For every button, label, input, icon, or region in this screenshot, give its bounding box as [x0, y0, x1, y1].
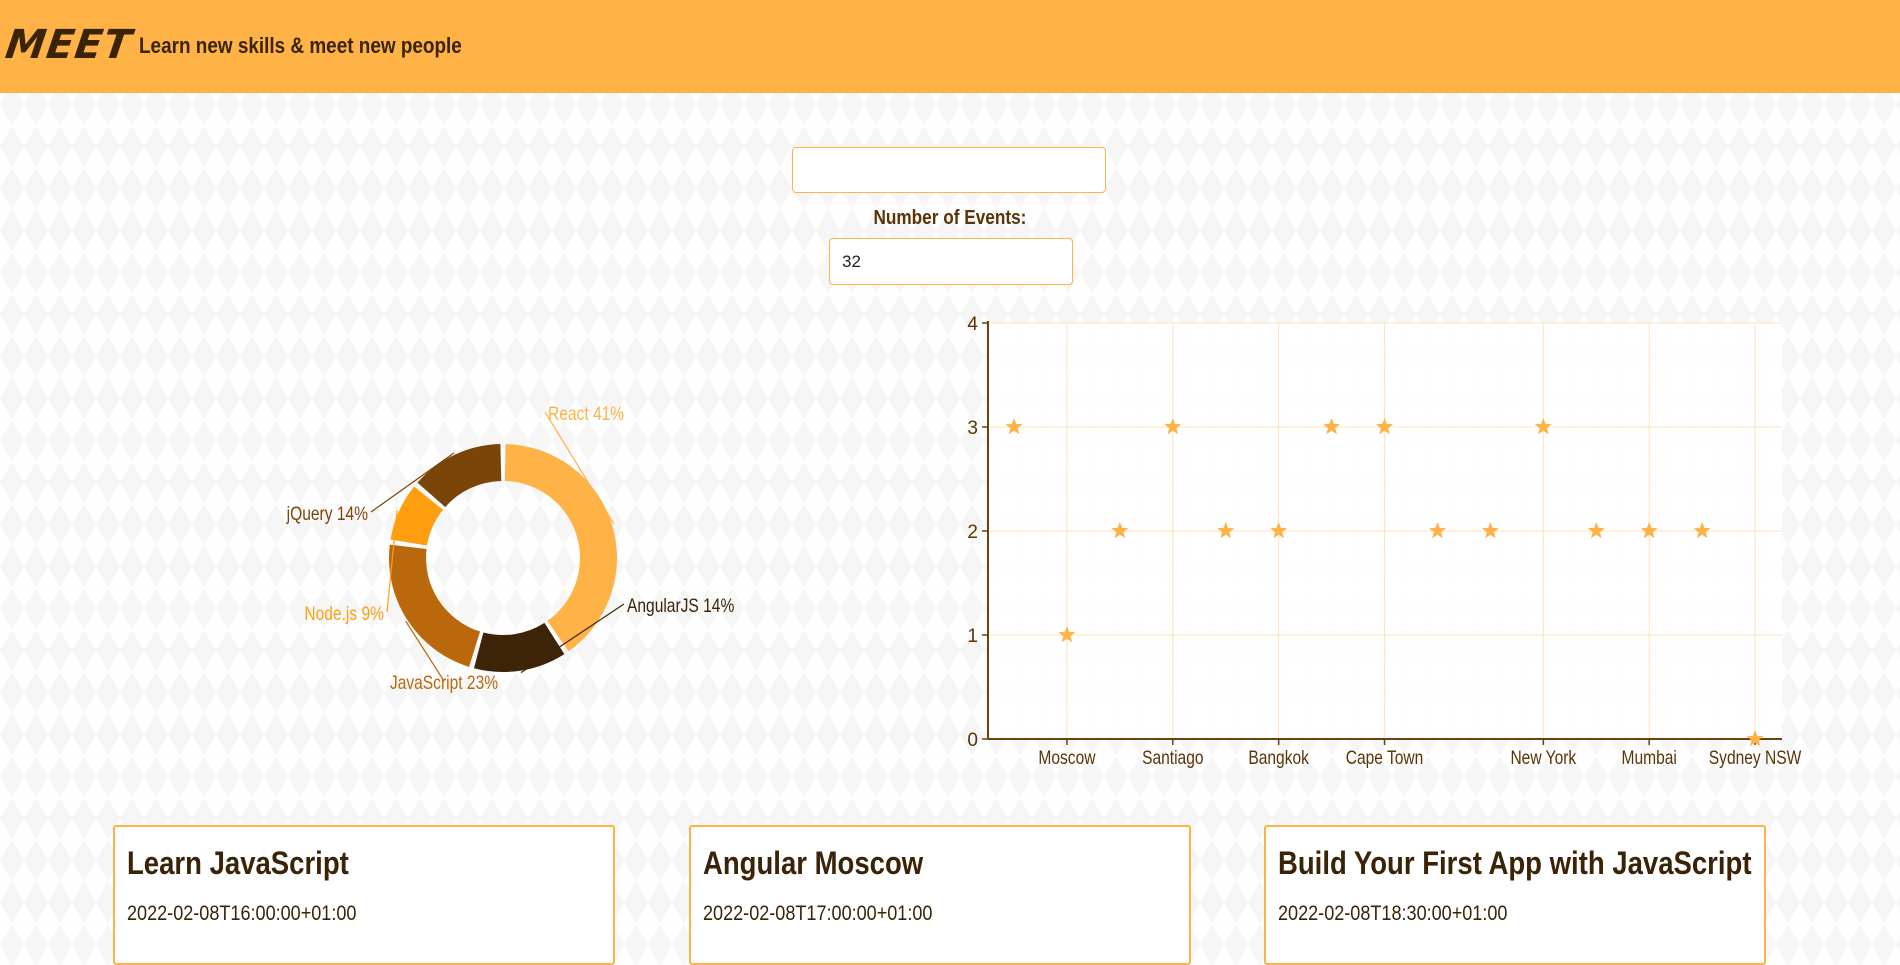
x-tick-label: Cape Town — [1346, 747, 1424, 769]
event-title: Angular Moscow — [703, 845, 924, 881]
event-date: 2022-02-08T18:30:00+01:00 — [1278, 902, 1508, 925]
app-header: MEET Learn new skills & meet new people — [0, 0, 1900, 93]
x-tick-label: Moscow — [1038, 747, 1096, 769]
events-per-city-scatter-chart: 0 1 2 3 4 Moscow Santiago Bangkok Cape Town New Y… — [967, 314, 1802, 769]
event-card[interactable]: Build Your First App with JavaScript 202… — [1264, 825, 1766, 965]
x-tick-label: New York — [1510, 747, 1576, 769]
x-tick-label: Santiago — [1142, 747, 1203, 769]
donut-slice-label: Node.js 9% — [304, 603, 384, 625]
donut-slice — [417, 444, 502, 508]
number-of-events-input[interactable] — [829, 238, 1073, 285]
y-tick-label: 4 — [967, 314, 978, 335]
genre-donut-chart: React 41% AngularJS 14% JavaScript 23% Node… — [286, 403, 735, 694]
event-title: Learn JavaScript — [127, 845, 349, 881]
y-tick-label: 0 — [967, 730, 978, 751]
donut-slice-label: React 41% — [548, 403, 624, 425]
donut-slice-label: jQuery 14% — [286, 503, 368, 525]
meet-logo: MEET — [2, 22, 135, 68]
header-tagline: Learn new skills & meet new people — [139, 33, 462, 58]
city-search-input[interactable] — [792, 147, 1106, 193]
y-tick-label: 1 — [967, 626, 978, 647]
event-card[interactable]: Angular Moscow 2022-02-08T17:00:00+01:00 — [689, 825, 1191, 965]
y-tick-label: 3 — [967, 418, 978, 439]
donut-slice-label: JavaScript 23% — [390, 672, 498, 694]
event-date: 2022-02-08T16:00:00+01:00 — [127, 902, 357, 925]
event-date: 2022-02-08T17:00:00+01:00 — [703, 902, 933, 925]
donut-slice-label: AngularJS 14% — [627, 595, 734, 617]
x-tick-label: Mumbai — [1622, 747, 1677, 769]
donut-slice — [389, 544, 481, 667]
x-tick-label: Sydney NSW — [1709, 747, 1802, 769]
event-card[interactable]: Learn JavaScript 2022-02-08T16:00:00+01:… — [113, 825, 615, 965]
number-of-events-label-text: Number of Events: — [873, 207, 1027, 229]
x-tick-label: Bangkok — [1248, 747, 1309, 769]
event-title: Build Your First App with JavaScript — [1278, 845, 1752, 881]
number-of-events-label: Number of Events: — [0, 207, 1900, 230]
y-tick-label: 2 — [967, 522, 978, 543]
donut-slice — [473, 622, 565, 672]
